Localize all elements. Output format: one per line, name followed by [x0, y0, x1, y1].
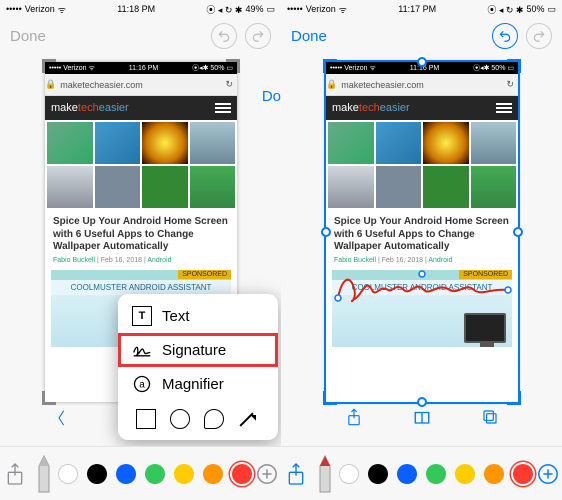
crop-handle-icon[interactable]	[417, 57, 427, 67]
crop-handle-icon[interactable]	[42, 391, 56, 405]
lock-icon: 🔒	[326, 79, 337, 90]
add-signature-option[interactable]: Signature	[118, 333, 278, 367]
swatch-green[interactable]	[426, 464, 446, 484]
site-logo: maketecheasier	[332, 102, 410, 114]
prev-page-icon[interactable]: 〈	[49, 405, 65, 429]
add-text-option[interactable]: T Text	[118, 299, 278, 333]
color-swatches	[339, 464, 533, 484]
reload-icon: ↻	[506, 79, 514, 90]
lock-icon: 🔒	[45, 79, 56, 90]
sponsored-badge: SPONSORED	[459, 270, 512, 279]
crop-handle-icon[interactable]	[323, 59, 337, 73]
done-button[interactable]: Done	[291, 28, 327, 45]
shape-circle-icon[interactable]	[170, 409, 190, 429]
redo-button[interactable]	[245, 23, 271, 49]
safari-address-bar: 🔒maketecheasier.com↻	[326, 74, 518, 96]
sponsored-badge: SPONSORED	[178, 270, 231, 279]
pen-tool[interactable]	[310, 454, 339, 494]
article-block: Spice Up Your Android Home Screen with 6…	[45, 210, 237, 266]
svg-text:a: a	[139, 379, 145, 390]
swatch-red[interactable]	[513, 464, 533, 484]
mini-status-bar: ••••• Verizon ᯤ11:16 PM⦿◂✱ 50% ▭	[45, 62, 237, 74]
share-icon[interactable]	[346, 408, 362, 426]
monitor-icon	[464, 313, 506, 343]
add-menu-popover: T Text Signature a Magnifier	[118, 294, 278, 440]
swatch-white[interactable]	[339, 464, 359, 484]
tabs-icon[interactable]	[482, 409, 498, 425]
swatch-white[interactable]	[58, 464, 78, 484]
reload-icon: ↻	[225, 79, 233, 90]
color-swatches	[58, 464, 252, 484]
swatch-yellow[interactable]	[174, 464, 194, 484]
safari-address-bar: 🔒maketecheasier.com↻	[45, 74, 237, 96]
text-icon: T	[132, 306, 152, 326]
crop-handle-icon[interactable]	[513, 227, 523, 237]
site-logo: maketecheasier	[51, 102, 129, 114]
undo-button[interactable]	[492, 23, 518, 49]
swatch-blue[interactable]	[116, 464, 136, 484]
swatch-yellow[interactable]	[455, 464, 475, 484]
sponsored-title: COOLMUSTER ANDROID ASSISTANT	[332, 280, 512, 295]
signature-icon	[132, 340, 152, 360]
magnifier-icon: a	[132, 374, 152, 394]
sponsored-title: COOLMUSTER ANDROID ASSISTANT	[51, 280, 231, 295]
article-headline: Spice Up Your Android Home Screen with 6…	[334, 216, 510, 254]
markup-top-bar: Done	[281, 18, 562, 54]
add-button[interactable]	[252, 463, 281, 485]
swatch-black[interactable]	[368, 464, 388, 484]
swatch-blue[interactable]	[397, 464, 417, 484]
markup-top-bar: Done	[0, 18, 281, 54]
screenshot-right: •••••Verizonᯤ 11:17 PM ⦿ ◂ ↻ ✱50%▭ Done …	[281, 0, 562, 500]
article-image-grid	[45, 120, 237, 210]
crop-handle-icon[interactable]	[226, 59, 240, 73]
share-button[interactable]	[281, 462, 310, 486]
bookmarks-icon[interactable]	[413, 409, 431, 425]
redo-button[interactable]	[526, 23, 552, 49]
swatch-orange[interactable]	[203, 464, 223, 484]
site-header: maketecheasier	[326, 96, 518, 120]
swatch-orange[interactable]	[484, 464, 504, 484]
hamburger-icon	[215, 103, 231, 113]
article-image-grid	[326, 120, 518, 210]
article-byline: Fabio Buckell | Feb 16, 2018 | Android	[53, 257, 229, 264]
add-magnifier-option[interactable]: a Magnifier	[118, 367, 278, 401]
crop-handle-icon[interactable]	[507, 391, 521, 405]
add-button[interactable]	[533, 463, 562, 485]
next-done-peek: Do	[262, 88, 281, 105]
ios-status-bar: •••••Verizonᯤ 11:17 PM ⦿ ◂ ↻ ✱50%▭	[281, 0, 562, 18]
swatch-black[interactable]	[87, 464, 107, 484]
done-button[interactable]: Done	[10, 28, 46, 45]
article-byline: Fabio Buckell | Feb 16, 2018 | Android	[334, 257, 510, 264]
screenshot-thumbnail[interactable]: ••••• Verizon ᯤ11:16 PM⦿◂✱ 50% ▭ 🔒makete…	[326, 62, 518, 402]
ios-status-bar: •••••Verizonᯤ 11:18 PM ⦿ ◂ ↻ ✱49%▭	[0, 0, 281, 18]
article-headline: Spice Up Your Android Home Screen with 6…	[53, 216, 229, 254]
undo-button[interactable]	[211, 23, 237, 49]
crop-handle-icon[interactable]	[321, 227, 331, 237]
shape-speech-icon[interactable]	[204, 409, 224, 429]
crop-handle-icon[interactable]	[323, 391, 337, 405]
swatch-green[interactable]	[145, 464, 165, 484]
article-block: Spice Up Your Android Home Screen with 6…	[326, 210, 518, 266]
hamburger-icon	[496, 103, 512, 113]
sponsored-block: SPONSORED COOLMUSTER ANDROID ASSISTANT	[332, 270, 512, 347]
thumb-pager	[326, 405, 518, 429]
shape-arrow-icon[interactable]	[238, 409, 260, 431]
screenshot-left: •••••Verizonᯤ 11:18 PM ⦿ ◂ ↻ ✱49%▭ Done …	[0, 0, 281, 500]
pen-tool[interactable]	[29, 454, 58, 494]
markup-toolbar	[0, 446, 281, 500]
markup-toolbar	[281, 446, 562, 500]
swatch-red[interactable]	[232, 464, 252, 484]
share-button[interactable]	[0, 462, 29, 486]
site-header: maketecheasier	[45, 96, 237, 120]
crop-handle-icon[interactable]	[42, 59, 56, 73]
crop-handle-icon[interactable]	[507, 59, 521, 73]
shape-square-icon[interactable]	[136, 409, 156, 429]
shape-row	[118, 401, 278, 435]
